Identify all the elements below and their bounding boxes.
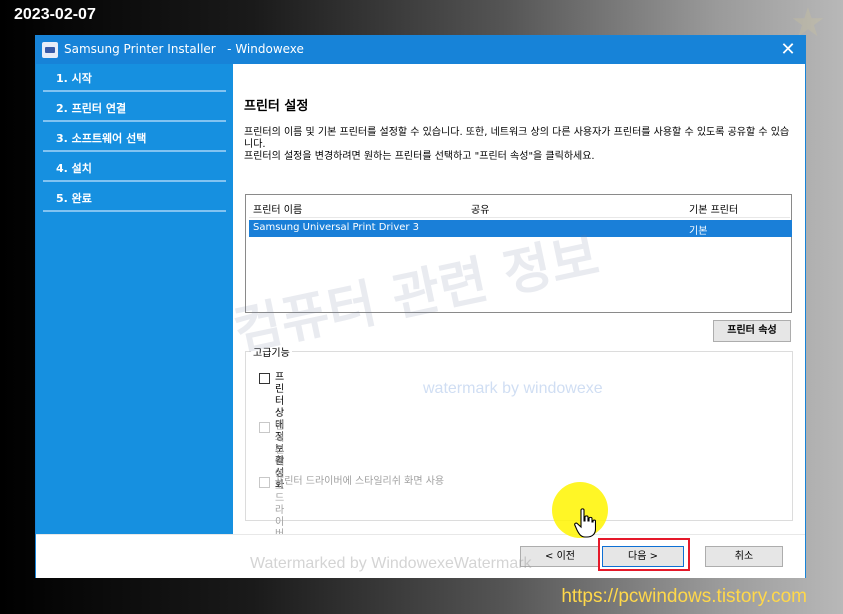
printer-name-cell: Samsung Universal Print Driver 3 (253, 222, 420, 233)
hand-cursor-icon (574, 508, 596, 538)
description-line: 프린터의 이름 및 기본 프린터를 설정할 수 있습니다. 또한, 네트워크 상… (244, 127, 790, 150)
installer-window: Samsung Printer Installer - Windowexe ✕ … (35, 35, 806, 578)
page-description: 프린터의 이름 및 기본 프린터를 설정할 수 있습니다. 또한, 네트워크 상… (244, 127, 794, 163)
stylish-screen-checkbox (259, 477, 270, 488)
printer-list[interactable]: 프린터 이름 공유 기본 프린터 Samsung Universal Print… (245, 194, 792, 313)
main-content: 프린터 설정 프린터의 이름 및 기본 프린터를 설정할 수 있습니다. 또한,… (233, 64, 805, 564)
status-info-checkbox[interactable] (259, 373, 270, 384)
highlight-box (598, 538, 690, 571)
close-icon: ✕ (780, 39, 796, 60)
list-header: 프린터 이름 공유 기본 프린터 (249, 197, 790, 218)
sidebar-item-software-selection: 3. 소프트웨어 선택 (43, 124, 226, 152)
printer-properties-button[interactable]: 프린터 속성 (713, 320, 791, 342)
description-line: 프린터의 설정을 변경하려면 원하는 프린터를 선택하고 "프린터 속성"을 클… (244, 151, 595, 162)
date-stamp: 2023-02-07 (14, 6, 96, 23)
sidebar-item-start: 1. 시작 (43, 64, 226, 92)
printer-default-cell: 기본 (689, 226, 708, 237)
stylish-screen-label: 프린터 드라이버에 스타일리쉬 화면 사용 (275, 476, 445, 487)
advanced-group-label: 고급기능 (251, 344, 292, 359)
eco-driver-checkbox (259, 422, 270, 433)
advanced-group (245, 351, 793, 521)
sidebar-item-printer-connection: 2. 프린터 연결 (43, 94, 226, 122)
prev-button[interactable]: < 이전 (520, 546, 600, 567)
table-row[interactable]: Samsung Universal Print Driver 3 기본 (249, 220, 792, 237)
page-title: 프린터 설정 (244, 99, 309, 114)
footer-bar: < 이전 다음 > 취소 (36, 534, 805, 578)
printer-app-icon (42, 42, 58, 58)
url-stamp: https://pcwindows.tistory.com (561, 586, 807, 607)
steps-sidebar: 1. 시작 2. 프린터 연결 3. 소프트웨어 선택 4. 설치 5. 완료 (36, 64, 233, 534)
column-header-default[interactable]: 기본 프린터 (689, 201, 738, 216)
close-button[interactable]: ✕ (777, 39, 799, 61)
cancel-button[interactable]: 취소 (705, 546, 783, 567)
window-title: Samsung Printer Installer - Windowexe (64, 42, 304, 56)
sidebar-item-finish: 5. 완료 (43, 184, 226, 212)
column-header-share[interactable]: 공유 (471, 201, 489, 216)
sidebar-item-install: 4. 설치 (43, 154, 226, 182)
column-header-name[interactable]: 프린터 이름 (253, 201, 302, 216)
title-bar[interactable]: Samsung Printer Installer - Windowexe ✕ (36, 36, 805, 64)
